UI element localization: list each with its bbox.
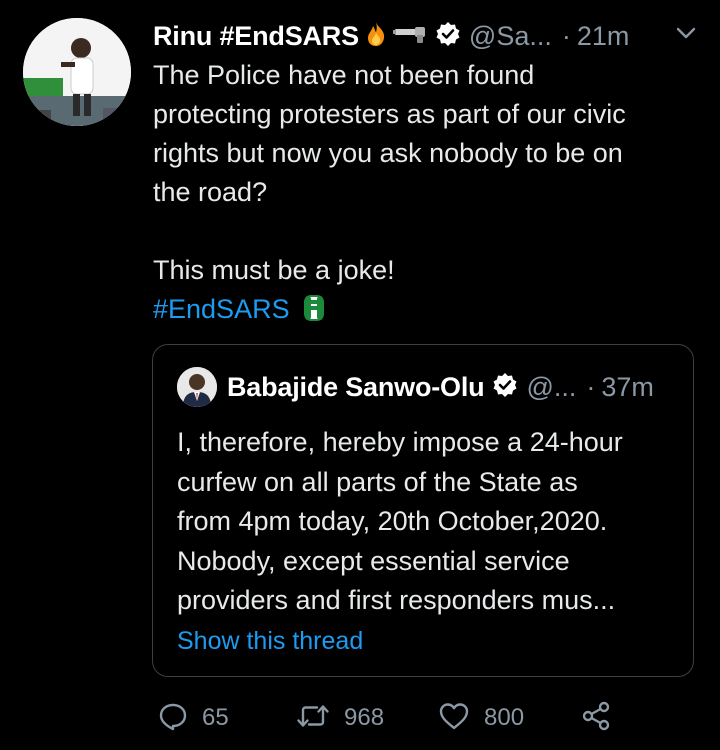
tweet-header: Rinu #EndSARS @Sa... · 21m [153, 16, 703, 56]
quoted-text-line: providers and first responders mus... [177, 585, 616, 615]
retweet-icon [296, 701, 330, 736]
separator-dot: · [586, 371, 596, 402]
tweet-timestamp[interactable]: 21m [577, 21, 630, 52]
reply-count: 65 [202, 704, 229, 731]
verified-badge-icon [492, 372, 518, 403]
heart-icon [438, 701, 470, 736]
quoted-author-handle[interactable]: @... [526, 372, 576, 403]
tweet-text-line: The Police have not been found [153, 60, 535, 90]
quoted-tweet-card[interactable]: Babajide Sanwo-Olu @... · 37m I, therefo… [152, 344, 694, 677]
quoted-author-avatar[interactable] [177, 367, 217, 407]
author-display-name[interactable]: Rinu #EndSARS [153, 21, 359, 52]
tweet-text-line: protecting protesters as part of our civ… [153, 99, 626, 129]
quoted-tweet-text: I, therefore, hereby impose a 24-hour cu… [177, 423, 682, 621]
share-button[interactable] [580, 700, 612, 736]
author-avatar[interactable] [23, 18, 131, 126]
retweet-count: 968 [344, 704, 385, 731]
quoted-text-line: I, therefore, hereby impose a 24-hour [177, 427, 623, 457]
reply-icon [158, 701, 188, 736]
chevron-down-icon[interactable] [676, 26, 720, 45]
separator-dot: · [561, 20, 571, 51]
like-count: 800 [484, 704, 525, 731]
tweet-text: The Police have not been found protectin… [153, 56, 698, 329]
tweet-text-line: This must be a joke! [153, 255, 395, 285]
retweet-button[interactable]: 968 [296, 700, 384, 736]
quoted-tweet-timestamp[interactable]: 37m [601, 372, 654, 403]
author-handle[interactable]: @Sa... [469, 21, 552, 52]
quoted-author-display-name[interactable]: Babajide Sanwo-Olu [227, 372, 485, 403]
like-button[interactable]: 800 [438, 700, 524, 736]
tweet[interactable]: Rinu #EndSARS @Sa... · 21m The Police ha… [0, 0, 720, 750]
quoted-text-line: from 4pm today, 20th October,2020. [177, 506, 608, 536]
fire-emoji [365, 21, 387, 52]
hashtag-link[interactable]: #EndSARS [153, 294, 290, 324]
tweet-text-line: the road? [153, 177, 268, 207]
tweet-action-bar: 65 968 800 [158, 700, 628, 736]
hashtag-line: #EndSARS [153, 290, 698, 329]
gun-emoji [392, 23, 427, 50]
tweet-text-line: rights but now you ask nobody to be on [153, 138, 623, 168]
quoted-text-line: Nobody, except essential service [177, 545, 570, 576]
show-thread-link[interactable]: Show this thread [177, 627, 363, 656]
share-icon [580, 700, 612, 737]
endsars-fist-emoji [303, 294, 325, 333]
verified-badge-icon [435, 21, 461, 52]
quoted-text-line: curfew on all parts of the State as [177, 466, 578, 497]
reply-button[interactable]: 65 [158, 700, 229, 736]
quoted-tweet-header: Babajide Sanwo-Olu @... · 37m [227, 367, 654, 407]
